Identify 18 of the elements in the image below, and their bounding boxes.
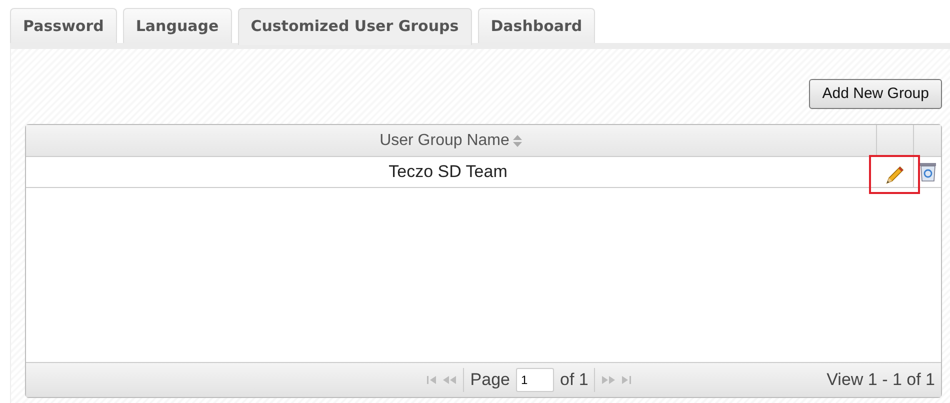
- tab[interactable]: Dashboard: [478, 8, 596, 42]
- next-page-icon[interactable]: [601, 376, 616, 384]
- tab[interactable]: Language: [122, 8, 232, 42]
- trash-icon[interactable]: [918, 162, 936, 182]
- tab[interactable]: Password: [10, 8, 117, 42]
- sort-icon[interactable]: [513, 134, 522, 146]
- pencil-icon[interactable]: [885, 164, 905, 184]
- page-count-label: of 1: [560, 369, 588, 392]
- record-count-label: View 1 - 1 of 1: [826, 369, 935, 392]
- last-page-icon[interactable]: [621, 376, 632, 384]
- first-page-icon[interactable]: [427, 376, 438, 384]
- page-label: Page: [470, 369, 510, 392]
- tab[interactable]: Customized User Groups: [238, 8, 472, 44]
- page-number-field[interactable]: 1: [516, 368, 554, 392]
- previous-page-icon[interactable]: [443, 376, 458, 384]
- add-new-group-button[interactable]: Add New Group: [809, 78, 942, 109]
- column-header[interactable]: User Group Name: [380, 128, 510, 152]
- table-cell-text: Teczo SD Team: [388, 161, 508, 184]
